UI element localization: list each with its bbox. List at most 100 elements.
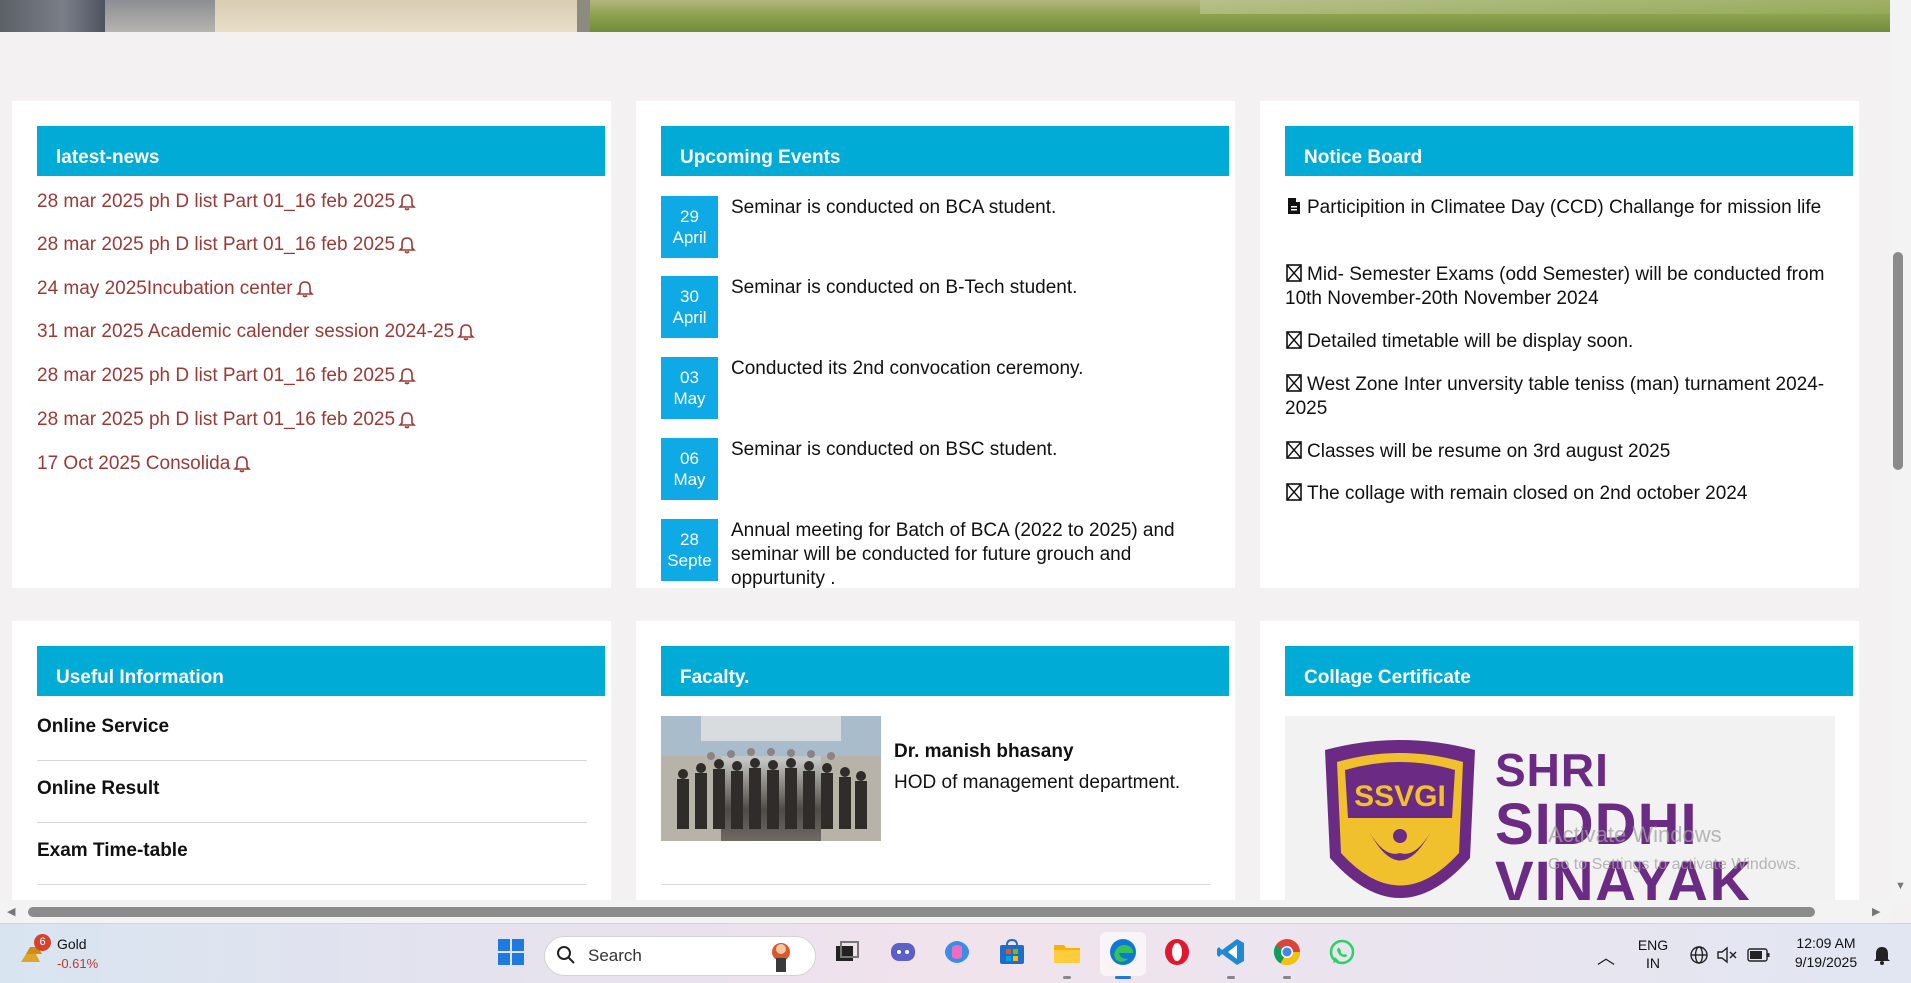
language-code: ENG	[1637, 937, 1669, 953]
notification-bell-icon[interactable]	[1873, 945, 1891, 965]
event-description: Seminar is conducted on B-Tech student.	[731, 277, 1078, 298]
teams-meet-icon[interactable]	[888, 937, 918, 967]
battery-icon[interactable]	[1747, 947, 1771, 963]
taskbar-search-label: Search	[588, 946, 642, 965]
event-date-badge: 06 May	[661, 438, 718, 500]
windows-start-icon[interactable]	[496, 937, 526, 967]
search-icon	[557, 946, 575, 964]
opera-icon[interactable]	[1162, 937, 1192, 967]
event-date-badge: 30 April	[661, 276, 718, 338]
chrome-icon[interactable]	[1272, 937, 1302, 967]
network-globe-icon[interactable]	[1689, 945, 1709, 965]
taskbar-indicator	[1227, 976, 1235, 979]
notice-item[interactable]: Mid- Semester Exams (odd Semester) will …	[1285, 263, 1855, 311]
event-month: May	[673, 389, 706, 408]
certificate-header: Collage Certificate	[1285, 646, 1853, 696]
whatsapp-icon[interactable]	[1327, 937, 1357, 967]
scroll-left-arrow-icon[interactable]: ◀	[7, 905, 15, 918]
college-logo-image: SSVGI SHRI SIDDHI VINAYAK	[1285, 716, 1835, 921]
useful-info-link[interactable]: Exam Time-table	[37, 823, 587, 885]
news-link-text: 31 mar 2025 Academic calender session 20…	[37, 321, 455, 342]
news-link[interactable]: 24 may 2025Incubation center	[37, 278, 314, 300]
certificate-panel: Collage Certificate SSVGI SHRI SIDDHI VI…	[1260, 621, 1859, 921]
microsoft-store-icon[interactable]	[997, 937, 1027, 967]
event-month: April	[672, 228, 707, 247]
event-date-badge: 29 April	[661, 196, 718, 258]
activate-windows-title: Activate Windows	[1548, 822, 1722, 847]
news-link[interactable]: 28 mar 2025 ph D list Part 01_16 feb 202…	[37, 365, 417, 387]
useful-information-panel: Useful Information Online Service Online …	[12, 621, 611, 921]
news-link[interactable]: 31 mar 2025 Academic calender session 20…	[37, 321, 476, 343]
event-day: 30	[680, 287, 699, 306]
event-day: 29	[680, 207, 699, 226]
clock[interactable]: 12:09 AM 9/19/2025	[1784, 935, 1868, 970]
event-description: Annual meeting for Batch of BCA (2022 to…	[731, 520, 1175, 588]
latest-news-header: latest-news	[37, 126, 605, 176]
bell-icon	[398, 194, 417, 211]
file-explorer-icon[interactable]	[1052, 937, 1082, 967]
faculty-role: HOD of management department.	[894, 772, 1181, 793]
edge-browser-icon[interactable]	[1108, 937, 1138, 967]
missing-glyph-icon	[1286, 264, 1302, 282]
event-description: Seminar is conducted on BCA student.	[731, 197, 1057, 218]
news-link-text: 17 Oct 2025 Consolida	[37, 453, 231, 474]
bell-icon	[233, 456, 252, 473]
event-month: April	[672, 308, 707, 327]
taskbar-indicator	[1283, 976, 1291, 979]
faculty-divider	[661, 884, 1211, 885]
horizontal-scroll-thumb[interactable]	[28, 907, 1815, 917]
bell-icon	[398, 368, 417, 385]
vertical-scroll-thumb[interactable]	[1893, 252, 1903, 470]
news-link-text: 28 mar 2025 ph D list Part 01_16 feb 202…	[37, 191, 396, 212]
news-link[interactable]: 17 Oct 2025 Consolida	[37, 453, 252, 475]
vscode-icon[interactable]	[1216, 937, 1246, 967]
notice-item[interactable]: Participition in Climatee Day (CCD) Chal…	[1285, 196, 1855, 220]
notice-item[interactable]: The collage with remain closed on 2nd oc…	[1285, 482, 1855, 506]
news-link[interactable]: 28 mar 2025 ph D list Part 01_16 feb 202…	[37, 191, 417, 213]
event-day: 03	[680, 368, 699, 387]
bell-icon	[457, 324, 476, 341]
event-month: May	[673, 470, 706, 489]
pdf-file-icon	[1288, 198, 1300, 214]
useful-information-header: Useful Information	[37, 646, 605, 696]
notice-item[interactable]: Detailed timetable will be display soon.	[1285, 330, 1855, 354]
language-indicator[interactable]: ENG IN	[1636, 937, 1670, 971]
stock-widget[interactable]: 6 Gold -0.61%	[16, 932, 116, 978]
faculty-name: Dr. manish bhasany	[894, 741, 1074, 762]
faculty-panel: Facalty. Dr. manish bhasany HOD of manag…	[636, 621, 1235, 921]
upcoming-events-panel: Upcoming Events 29 April Seminar is conduc…	[636, 101, 1235, 588]
notice-text: Mid- Semester Exams (odd Semester) will …	[1285, 264, 1825, 309]
news-link-text: 24 may 2025Incubation center	[37, 278, 293, 299]
event-day: 06	[680, 449, 699, 468]
news-link-text: 28 mar 2025 ph D list Part 01_16 feb 202…	[37, 409, 396, 430]
notice-text: Detailed timetable will be display soon.	[1307, 331, 1634, 352]
missing-glyph-icon	[1286, 483, 1302, 501]
notice-text: Classes will be resume on 3rd august 202…	[1307, 441, 1671, 462]
notice-item[interactable]: West Zone Inter unversity table teniss (…	[1285, 373, 1855, 421]
faculty-group-photo	[661, 716, 881, 841]
useful-info-link[interactable]: Online Result	[37, 761, 587, 823]
useful-info-label: Exam Time-table	[37, 840, 188, 861]
volume-muted-icon[interactable]	[1716, 945, 1738, 965]
region-code: IN	[1646, 955, 1660, 971]
stock-change: -0.61%	[57, 956, 99, 971]
upcoming-events-header: Upcoming Events	[661, 126, 1229, 176]
scroll-down-arrow-icon[interactable]: ▼	[1895, 880, 1906, 892]
missing-glyph-icon	[1286, 331, 1302, 349]
notice-item[interactable]: Classes will be resume on 3rd august 202…	[1285, 440, 1855, 464]
event-description: Conducted its 2nd convocation ceremony.	[731, 358, 1084, 379]
useful-info-label: Online Result	[37, 778, 160, 799]
search-highlight-icon	[772, 943, 790, 972]
task-view-icon[interactable]	[832, 937, 862, 967]
event-day: 28	[680, 530, 699, 549]
useful-info-link[interactable]: Online Service	[37, 699, 587, 761]
copilot-icon[interactable]	[942, 937, 972, 967]
event-date-badge: 03 May	[661, 357, 718, 419]
chevron-up-icon[interactable]: ︿	[1597, 944, 1615, 970]
news-link[interactable]: 28 mar 2025 ph D list Part 01_16 feb 202…	[37, 409, 417, 431]
taskbar-indicator	[1063, 976, 1071, 979]
news-link[interactable]: 28 mar 2025 ph D list Part 01_16 feb 202…	[37, 234, 417, 256]
event-month: Septe	[667, 551, 712, 570]
notice-board-panel: Notice Board Participition in Climatee D…	[1260, 101, 1859, 588]
scroll-right-arrow-icon[interactable]: ▶	[1872, 905, 1880, 918]
